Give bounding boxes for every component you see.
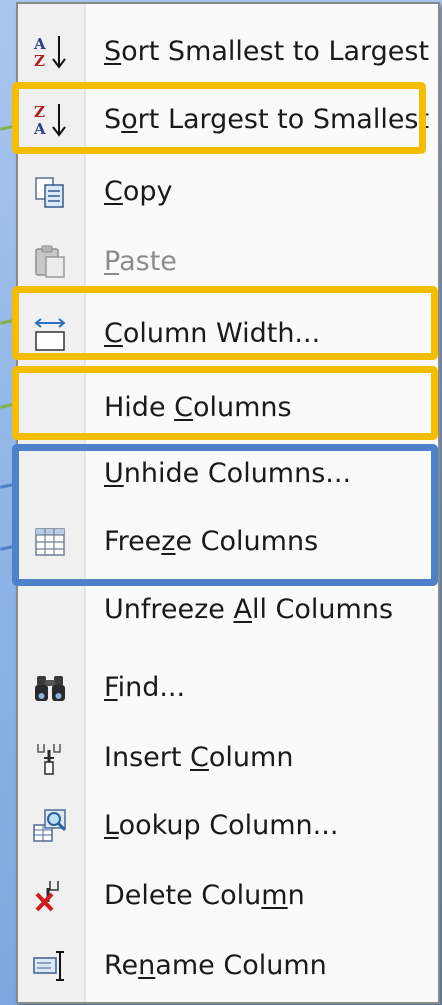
delete-column-icon — [28, 876, 72, 916]
menu-item-label: Copy — [104, 176, 173, 207]
copy-icon — [28, 172, 72, 212]
menu-item-column-width[interactable]: Column Width... — [18, 300, 438, 368]
menu-item-label: Lookup Column... — [104, 810, 339, 841]
menu-item-sort-largest-to-smallest[interactable]: Z A Sort Largest to Smallest — [18, 86, 438, 154]
menu-item-label: Sort Largest to Smallest — [104, 104, 430, 135]
column-width-icon — [28, 314, 72, 354]
menu-item-label: Rename Column — [104, 950, 327, 981]
menu-item-lookup-column[interactable]: Lookup Column... — [18, 792, 438, 860]
svg-text:A: A — [33, 120, 46, 138]
menu-item-sort-smallest-to-largest[interactable]: A Z Sort Smallest to Largest — [18, 18, 438, 86]
menu-item-label: Insert Column — [104, 742, 294, 773]
svg-text:Z: Z — [34, 103, 45, 121]
rename-column-icon — [28, 946, 72, 986]
menu-item-label: Delete Column — [104, 880, 305, 911]
insert-column-icon — [28, 738, 72, 778]
menu-item-find[interactable]: Find... — [18, 654, 438, 722]
menu-item-label: Freeze Columns — [104, 526, 319, 557]
menu-item-label: Sort Smallest to Largest — [104, 36, 430, 67]
sort-ascending-icon: A Z — [28, 32, 72, 72]
freeze-grid-icon — [28, 522, 72, 562]
menu-item-freeze-columns[interactable]: Freeze Columns — [18, 508, 438, 576]
menu-item-unhide-columns[interactable]: Unhide Columns... — [18, 440, 438, 508]
sort-descending-icon: Z A — [28, 100, 72, 140]
menu-item-insert-column[interactable]: Insert Column — [18, 724, 438, 792]
menu-item-label: Column Width... — [104, 318, 321, 349]
context-menu: A Z Sort Smallest to Largest Z A Sort La… — [16, 2, 440, 1004]
paste-icon — [28, 242, 72, 282]
menu-item-label: Find... — [104, 672, 186, 703]
menu-item-label: Unfreeze All Columns — [104, 594, 394, 625]
menu-item-paste: Paste — [18, 228, 438, 296]
menu-item-copy[interactable]: Copy — [18, 158, 438, 226]
svg-text:Z: Z — [34, 52, 45, 70]
menu-item-delete-column[interactable]: Delete Column — [18, 862, 438, 930]
menu-item-label: Unhide Columns... — [104, 458, 352, 489]
svg-text:A: A — [33, 35, 46, 53]
menu-item-rename-column[interactable]: Rename Column — [18, 932, 438, 1000]
lookup-column-icon — [28, 806, 72, 846]
menu-item-label: Paste — [104, 246, 177, 277]
menu-item-hide-columns[interactable]: Hide Columns — [18, 374, 438, 442]
binoculars-icon — [28, 668, 72, 708]
menu-item-unfreeze-all-columns[interactable]: Unfreeze All Columns — [18, 576, 438, 644]
menu-item-label: Hide Columns — [104, 392, 292, 423]
